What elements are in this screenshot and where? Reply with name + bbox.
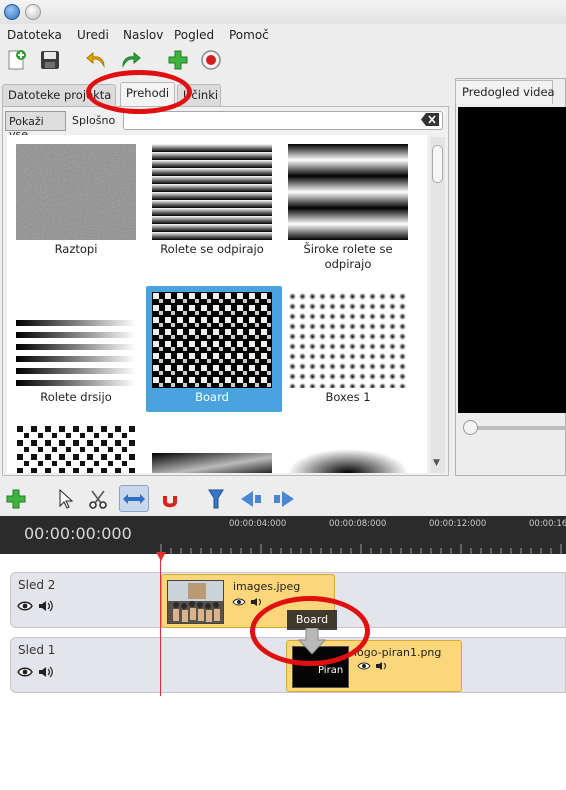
transition-label: Široke rolete se odpirajo [303, 242, 393, 271]
playhead-handle[interactable] [156, 550, 166, 561]
playhead-line [160, 554, 161, 696]
eye-icon[interactable] [17, 666, 33, 678]
ruler-label: 00:00:08:000 [329, 519, 387, 529]
scrollbar-thumb[interactable] [432, 145, 443, 183]
general-filter-button[interactable]: Splošno [72, 114, 115, 127]
tab-video-preview[interactable]: Predogled videa [455, 80, 555, 104]
previous-marker-icon[interactable] [239, 487, 263, 511]
ruler-label: 00:00:16:000 [529, 519, 566, 529]
timeline-toolbar [0, 484, 566, 514]
menu-view[interactable]: Pogled [174, 28, 214, 42]
transition-label: Rolete se odpirajo [160, 242, 264, 256]
add-track-icon[interactable] [4, 487, 28, 511]
track-name: Sled 1 [18, 643, 56, 657]
annotation-circle-transitions-tab [86, 70, 192, 114]
record-icon[interactable] [199, 48, 223, 72]
menu-help[interactable]: Pomoč [229, 28, 269, 42]
next-marker-icon[interactable] [272, 487, 296, 511]
eye-icon[interactable] [17, 600, 33, 612]
eye-icon[interactable] [232, 596, 246, 606]
transition-label: Boxes 1 [325, 390, 371, 404]
preview-seek-slider[interactable] [465, 426, 566, 430]
transition-swirl-thumbnail[interactable] [152, 453, 272, 473]
menu-bar: Datoteka Uredi Naslov Pogled Pomoč [0, 26, 566, 46]
speaker-icon[interactable] [250, 596, 264, 606]
transitions-grid: Raztopi Rolete se odpirajo Široke rolete… [7, 135, 427, 473]
clip-title: logo-piran1.png [354, 646, 442, 659]
transition-board-thumbnail[interactable] [152, 292, 272, 388]
main-toolbar [0, 46, 566, 74]
menu-file[interactable]: Datoteka [7, 28, 62, 42]
clip-thumbnail [167, 580, 224, 624]
transition-label-selected: Board [195, 390, 229, 404]
window-titlebar [0, 0, 566, 24]
transition-dissolve-thumbnail[interactable] [16, 144, 136, 240]
search-input[interactable] [123, 111, 443, 130]
snap-icon[interactable] [119, 485, 149, 512]
app-menu-button[interactable] [4, 4, 20, 20]
logo-text: Piran [318, 665, 344, 676]
transition-wide-blinds-thumbnail[interactable] [288, 144, 408, 240]
transition-radial-thumbnail[interactable] [288, 425, 408, 473]
clip-title: images.jpeg [233, 580, 301, 593]
seek-slider-handle[interactable] [463, 420, 478, 435]
speaker-icon[interactable] [38, 666, 54, 678]
transition-blinds-open-thumbnail[interactable] [152, 144, 272, 240]
menu-title[interactable]: Naslov [123, 28, 163, 42]
scroll-down-icon[interactable]: ▼ [433, 458, 440, 468]
video-preview-screen [458, 107, 566, 413]
redo-icon[interactable] [118, 48, 142, 72]
transition-blinds-slide-thumbnail[interactable] [16, 292, 136, 388]
magnet-icon[interactable] [158, 487, 182, 511]
import-icon[interactable] [166, 48, 190, 72]
transition-label: Raztopi [54, 242, 98, 256]
transition-label: Rolete drsijo [40, 390, 112, 404]
ruler-label: 00:00:12:000 [429, 519, 487, 529]
show-all-filter-button[interactable]: Pokaži vse [5, 111, 66, 141]
save-icon[interactable] [38, 48, 62, 72]
current-timecode: 00:00:00:000 [24, 524, 132, 543]
transitions-scrollbar[interactable] [430, 137, 445, 473]
razor-icon[interactable] [86, 487, 110, 511]
new-project-icon[interactable] [4, 48, 28, 72]
speaker-icon[interactable] [375, 660, 389, 670]
ruler-label: 00:00:04:000 [229, 519, 287, 529]
clear-search-icon[interactable] [421, 113, 439, 126]
marker-icon[interactable] [204, 487, 228, 511]
speaker-icon[interactable] [38, 600, 54, 612]
track-name: Sled 2 [18, 578, 56, 592]
transition-boxes-thumbnail[interactable] [288, 292, 408, 388]
menu-edit[interactable]: Uredi [77, 28, 109, 42]
transition-checker-thumbnail[interactable] [16, 425, 136, 473]
eye-icon[interactable] [357, 660, 371, 670]
window-control-button[interactable] [25, 4, 41, 20]
pointer-icon[interactable] [53, 487, 77, 511]
undo-icon[interactable] [85, 48, 109, 72]
annotation-circle-transition-drop [250, 596, 370, 666]
